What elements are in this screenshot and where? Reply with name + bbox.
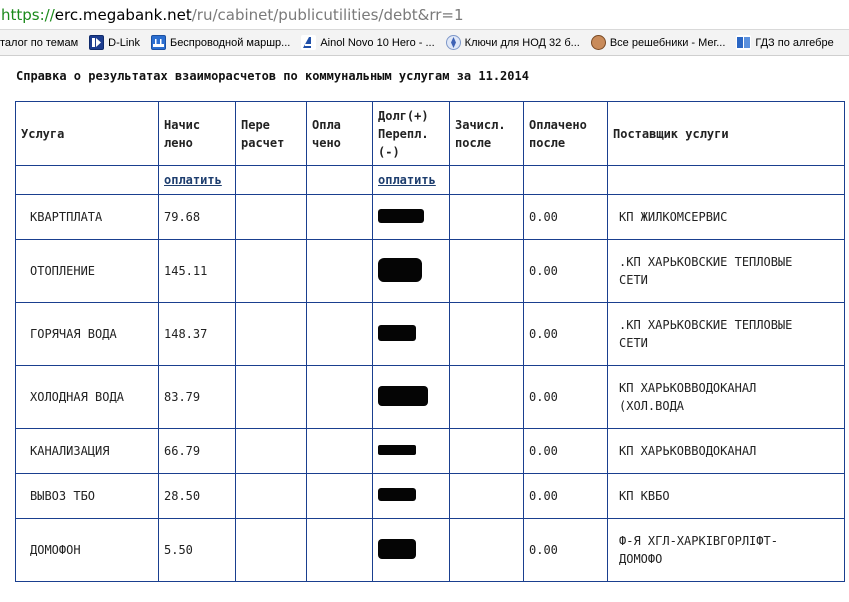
column-header-debt: Долг(+) Перепл. (-) bbox=[372, 101, 450, 166]
bookmark-label: Беспроводной маршр... bbox=[169, 36, 291, 49]
paid-after-amount: 0.00 bbox=[523, 365, 608, 429]
table-row: ДОМОФОН 5.50 0.00 Ф-Я ХГЛ-ХАРКІВГОРЛІФТ-… bbox=[15, 518, 845, 582]
bookmark-reshebniki[interactable]: Все решебники - Мег... bbox=[590, 30, 731, 55]
pay-debt-link[interactable]: оплатить bbox=[378, 173, 436, 187]
service-name: ВЫВОЗ ТБО bbox=[15, 473, 159, 519]
charged-amount: 148.37 bbox=[158, 302, 236, 366]
charged-amount: 5.50 bbox=[158, 518, 236, 582]
bookmark-label: ГДЗ по алгебре bbox=[755, 36, 834, 49]
debt-redacted bbox=[372, 365, 450, 429]
paid-after-amount: 0.00 bbox=[523, 239, 608, 303]
service-name: КВАРТПЛАТА bbox=[15, 194, 159, 240]
provider-name: КП КВБО bbox=[607, 473, 845, 519]
debt-redacted bbox=[372, 473, 450, 519]
bookmark-label: Ключи для НОД 32 б... bbox=[464, 36, 580, 49]
bookmark-label: талог по темам bbox=[0, 36, 79, 49]
table-row: КАНАЛИЗАЦИЯ 66.79 0.00 КП ХАРЬКОВВОДОКАН… bbox=[15, 428, 845, 474]
charged-amount: 79.68 bbox=[158, 194, 236, 240]
column-header-paid-after: Оплачено после bbox=[523, 101, 608, 166]
bookmark-catalog[interactable]: талог по темам bbox=[0, 30, 83, 55]
table-row: ОТОПЛЕНИЕ 145.11 0.00 .КП ХАРЬКОВСКИЕ ТЕ… bbox=[15, 239, 845, 303]
router-icon bbox=[150, 35, 166, 50]
avatar-icon bbox=[590, 35, 606, 50]
provider-name: .КП ХАРЬКОВСКИЕ ТЕПЛОВЫЕ СЕТИ bbox=[607, 302, 845, 366]
pay-charged-link[interactable]: оплатить bbox=[164, 173, 222, 187]
debt-redacted bbox=[372, 518, 450, 582]
url-path: /ru/cabinet/publicutilities/debt&rr=1 bbox=[191, 6, 464, 24]
bookmark-label: Все решебники - Мег... bbox=[609, 36, 726, 49]
charged-amount: 145.11 bbox=[158, 239, 236, 303]
nod-icon bbox=[445, 35, 461, 50]
bookmark-label: D-Link bbox=[108, 36, 140, 49]
utilities-table: Услуга Начис лено Пере расчет Опла чено Дол… bbox=[15, 101, 845, 582]
debt-redacted bbox=[372, 428, 450, 474]
service-name: ГОРЯЧАЯ ВОДА bbox=[15, 302, 159, 366]
table-row: КВАРТПЛАТА 79.68 0.00 КП ЖИЛКОМСЕРВИС bbox=[15, 194, 845, 240]
bookmark-gdz[interactable]: ГДЗ по алгебре bbox=[736, 30, 838, 55]
address-bar[interactable]: https://erc.megabank.net/ru/cabinet/publ… bbox=[0, 0, 849, 30]
column-header-paid: Опла чено bbox=[306, 101, 373, 166]
table-header-row: Услуга Начис лено Пере расчет Опла чено Дол… bbox=[15, 101, 845, 166]
paid-after-amount: 0.00 bbox=[523, 194, 608, 240]
column-header-provider: Поставщик услуги bbox=[607, 101, 845, 166]
debt-redacted bbox=[372, 302, 450, 366]
provider-name: КП ЖИЛКОМСЕРВИС bbox=[607, 194, 845, 240]
service-name: ХОЛОДНАЯ ВОДА bbox=[15, 365, 159, 429]
column-header-service: Услуга bbox=[15, 101, 159, 166]
url-domain: erc.megabank.net bbox=[54, 6, 192, 24]
provider-name: Ф-Я ХГЛ-ХАРКІВГОРЛІФТ- ДОМОФО bbox=[607, 518, 845, 582]
bookmark-label: Ainol Novo 10 Hero - ... bbox=[320, 36, 435, 49]
bookmark-nod[interactable]: Ключи для НОД 32 б... bbox=[445, 30, 585, 55]
paid-after-amount: 0.00 bbox=[523, 473, 608, 519]
pay-links-row: оплатить оплатить bbox=[15, 165, 845, 195]
provider-name: .КП ХАРЬКОВСКИЕ ТЕПЛОВЫЕ СЕТИ bbox=[607, 239, 845, 303]
debt-redacted bbox=[372, 194, 450, 240]
bookmark-dlink[interactable]: D-Link bbox=[89, 30, 145, 55]
table-row: ГОРЯЧАЯ ВОДА 148.37 0.00 .КП ХАРЬКОВСКИЕ… bbox=[15, 302, 845, 366]
service-name: КАНАЛИЗАЦИЯ bbox=[15, 428, 159, 474]
provider-name: КП ХАРЬКОВВОДОКАНАЛ bbox=[607, 428, 845, 474]
paid-after-amount: 0.00 bbox=[523, 302, 608, 366]
charged-amount: 28.50 bbox=[158, 473, 236, 519]
charged-amount: 66.79 bbox=[158, 428, 236, 474]
column-header-recalc: Пере расчет bbox=[235, 101, 307, 166]
table-row: ВЫВОЗ ТБО 28.50 0.00 КП КВБО bbox=[15, 473, 845, 519]
bookmark-router[interactable]: Беспроводной маршр... bbox=[150, 30, 295, 55]
url-scheme: https:// bbox=[1, 6, 55, 24]
bookmarks-bar: талог по темам D-Link Беспроводной маршр… bbox=[0, 30, 849, 56]
bookmark-ainol[interactable]: Ainol Novo 10 Hero - ... bbox=[301, 30, 439, 55]
report-title: Справка о результатах взаиморасчетов по … bbox=[16, 69, 529, 83]
charged-amount: 83.79 bbox=[158, 365, 236, 429]
paid-after-amount: 0.00 bbox=[523, 518, 608, 582]
table-row: ХОЛОДНАЯ ВОДА 83.79 0.00 КП ХАРЬКОВВОДОК… bbox=[15, 365, 845, 429]
service-name: ДОМОФОН bbox=[15, 518, 159, 582]
dlink-icon bbox=[89, 35, 105, 50]
ainol-icon bbox=[301, 35, 317, 50]
paid-after-amount: 0.00 bbox=[523, 428, 608, 474]
debt-redacted bbox=[372, 239, 450, 303]
service-name: ОТОПЛЕНИЕ bbox=[15, 239, 159, 303]
column-header-credited: Зачисл. после bbox=[449, 101, 524, 166]
column-header-charged: Начис лено bbox=[158, 101, 236, 166]
gdz-icon bbox=[736, 35, 752, 50]
provider-name: КП ХАРЬКОВВОДОКАНАЛ (ХОЛ.ВОДА bbox=[607, 365, 845, 429]
